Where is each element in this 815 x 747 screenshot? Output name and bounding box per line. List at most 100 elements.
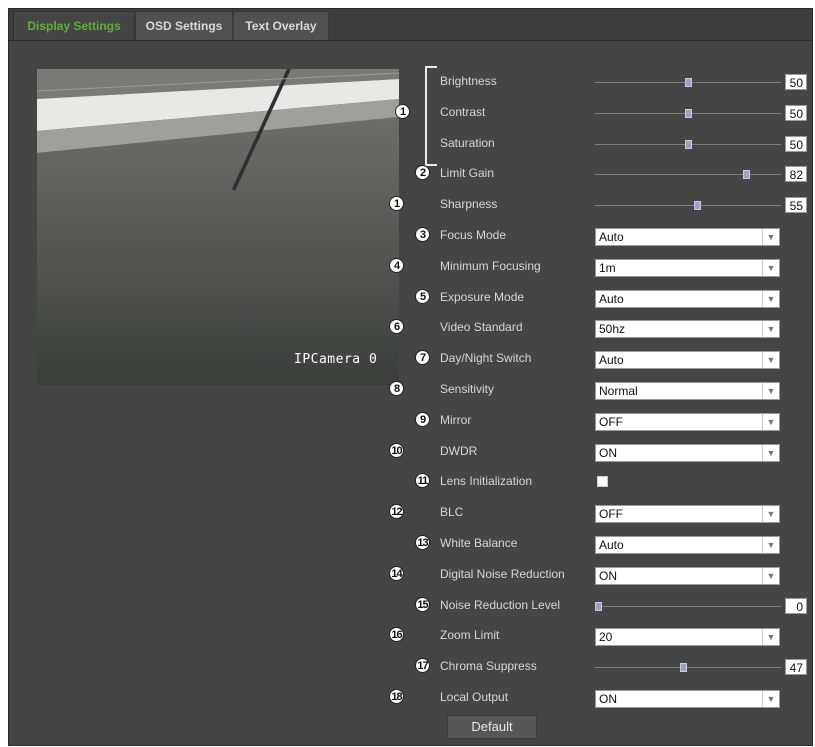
setting-select[interactable]: OFF ▼ bbox=[595, 505, 780, 523]
callout-marker-1: 1 bbox=[389, 196, 404, 211]
chevron-down-icon: ▼ bbox=[762, 229, 779, 245]
slider-handle[interactable] bbox=[743, 170, 750, 179]
setting-select[interactable]: ON ▼ bbox=[595, 567, 780, 585]
chevron-down-icon: ▼ bbox=[762, 383, 779, 399]
setting-label: Digital Noise Reduction bbox=[440, 567, 565, 581]
callout-marker-2: 2 bbox=[415, 165, 430, 180]
setting-select[interactable]: Normal ▼ bbox=[595, 382, 780, 400]
tab-display-settings[interactable]: Display Settings bbox=[13, 11, 135, 40]
callout-marker-14: 14 bbox=[389, 566, 404, 581]
select-value: ON bbox=[599, 569, 617, 583]
callout-marker-18: 18 bbox=[389, 689, 404, 704]
slider-handle[interactable] bbox=[595, 602, 602, 611]
setting-select[interactable]: 20 ▼ bbox=[595, 628, 780, 646]
slider-handle[interactable] bbox=[685, 109, 692, 118]
chevron-down-icon: ▼ bbox=[762, 629, 779, 645]
slider-value-box[interactable]: 82 bbox=[785, 166, 807, 182]
callout-marker-13: 13 bbox=[415, 535, 430, 550]
callout-marker-12: 12 bbox=[389, 504, 404, 519]
slider-handle[interactable] bbox=[685, 140, 692, 149]
tab-bar: Display Settings OSD Settings Text Overl… bbox=[9, 9, 812, 41]
select-value: ON bbox=[599, 446, 617, 460]
tab-text-overlay[interactable]: Text Overlay bbox=[233, 11, 329, 40]
chevron-down-icon: ▼ bbox=[762, 260, 779, 276]
chevron-down-icon: ▼ bbox=[762, 321, 779, 337]
setting-label: Minimum Focusing bbox=[440, 259, 541, 273]
callout-marker-4: 4 bbox=[389, 258, 404, 273]
select-value: Auto bbox=[599, 230, 624, 244]
slider-value-box[interactable]: 0 bbox=[785, 598, 807, 614]
chevron-down-icon: ▼ bbox=[762, 445, 779, 461]
setting-label: Day/Night Switch bbox=[440, 351, 532, 365]
callout-marker-7: 7 bbox=[415, 350, 430, 365]
callout-marker-6: 6 bbox=[389, 319, 404, 334]
setting-select[interactable]: Auto ▼ bbox=[595, 290, 780, 308]
setting-label: Mirror bbox=[440, 413, 472, 427]
setting-label: Local Output bbox=[440, 690, 509, 704]
setting-label: Lens Initialization bbox=[440, 474, 533, 488]
callout-marker-15: 15 bbox=[415, 597, 430, 612]
group-bracket bbox=[425, 66, 437, 166]
setting-select[interactable]: 50hz ▼ bbox=[595, 320, 780, 338]
setting-label: Saturation bbox=[440, 136, 495, 150]
chevron-down-icon: ▼ bbox=[762, 414, 779, 430]
select-value: Normal bbox=[599, 384, 638, 398]
setting-label: Video Standard bbox=[440, 320, 523, 334]
setting-select[interactable]: Auto ▼ bbox=[595, 228, 780, 246]
select-value: 20 bbox=[599, 630, 613, 644]
select-value: ON bbox=[599, 692, 617, 706]
callout-marker-5: 5 bbox=[415, 289, 430, 304]
select-value: Auto bbox=[599, 353, 624, 367]
slider-value-box[interactable]: 55 bbox=[785, 197, 807, 213]
slider-value-box[interactable]: 47 bbox=[785, 659, 807, 675]
callout-marker-9: 9 bbox=[415, 412, 430, 427]
slider-handle[interactable] bbox=[680, 663, 687, 672]
setting-select[interactable]: OFF ▼ bbox=[595, 413, 780, 431]
callout-marker-10: 10 bbox=[389, 443, 404, 458]
select-value: 50hz bbox=[599, 322, 626, 336]
setting-label: Sharpness bbox=[440, 197, 498, 211]
camera-image bbox=[37, 69, 399, 385]
slider-track[interactable] bbox=[595, 667, 781, 668]
setting-select[interactable]: Auto ▼ bbox=[595, 536, 780, 554]
slider-value-box[interactable]: 50 bbox=[785, 105, 807, 121]
select-value: Auto bbox=[599, 538, 624, 552]
chevron-down-icon: ▼ bbox=[762, 568, 779, 584]
chevron-down-icon: ▼ bbox=[762, 506, 779, 522]
setting-label: Contrast bbox=[440, 105, 486, 119]
setting-label: BLC bbox=[440, 505, 464, 519]
display-settings-panel: Display Settings OSD Settings Text Overl… bbox=[8, 8, 813, 746]
camera-name-overlay: IPCamera 0 bbox=[294, 352, 378, 367]
select-value: OFF bbox=[599, 415, 623, 429]
setting-select[interactable]: 1m ▼ bbox=[595, 259, 780, 277]
chevron-down-icon: ▼ bbox=[762, 291, 779, 307]
callout-marker-8: 8 bbox=[389, 381, 404, 396]
tab-osd-settings[interactable]: OSD Settings bbox=[135, 11, 233, 40]
callout-marker-17: 17 bbox=[415, 658, 430, 673]
callout-marker-16: 16 bbox=[389, 627, 404, 642]
setting-label: Zoom Limit bbox=[440, 628, 500, 642]
chevron-down-icon: ▼ bbox=[762, 691, 779, 707]
setting-select[interactable]: ON ▼ bbox=[595, 690, 780, 708]
select-value: Auto bbox=[599, 292, 624, 306]
setting-label: Brightness bbox=[440, 74, 497, 88]
setting-label: Exposure Mode bbox=[440, 290, 525, 304]
setting-label: Limit Gain bbox=[440, 166, 495, 180]
video-preview bbox=[37, 69, 399, 385]
default-button[interactable]: Default bbox=[447, 715, 537, 739]
slider-value-box[interactable]: 50 bbox=[785, 136, 807, 152]
setting-select[interactable]: Auto ▼ bbox=[595, 351, 780, 369]
callout-marker-1: 1 bbox=[395, 104, 410, 119]
callout-marker-11: 11 bbox=[415, 473, 430, 488]
setting-label: Noise Reduction Level bbox=[440, 598, 561, 612]
chevron-down-icon: ▼ bbox=[762, 537, 779, 553]
slider-handle[interactable] bbox=[685, 78, 692, 87]
slider-value-box[interactable]: 50 bbox=[785, 74, 807, 90]
slider-track[interactable] bbox=[595, 174, 781, 175]
slider-track[interactable] bbox=[595, 606, 781, 607]
setting-select[interactable]: ON ▼ bbox=[595, 444, 780, 462]
slider-track[interactable] bbox=[595, 205, 781, 206]
slider-handle[interactable] bbox=[694, 201, 701, 210]
setting-label: White Balance bbox=[440, 536, 518, 550]
lens-initialization-checkbox[interactable] bbox=[597, 476, 608, 487]
